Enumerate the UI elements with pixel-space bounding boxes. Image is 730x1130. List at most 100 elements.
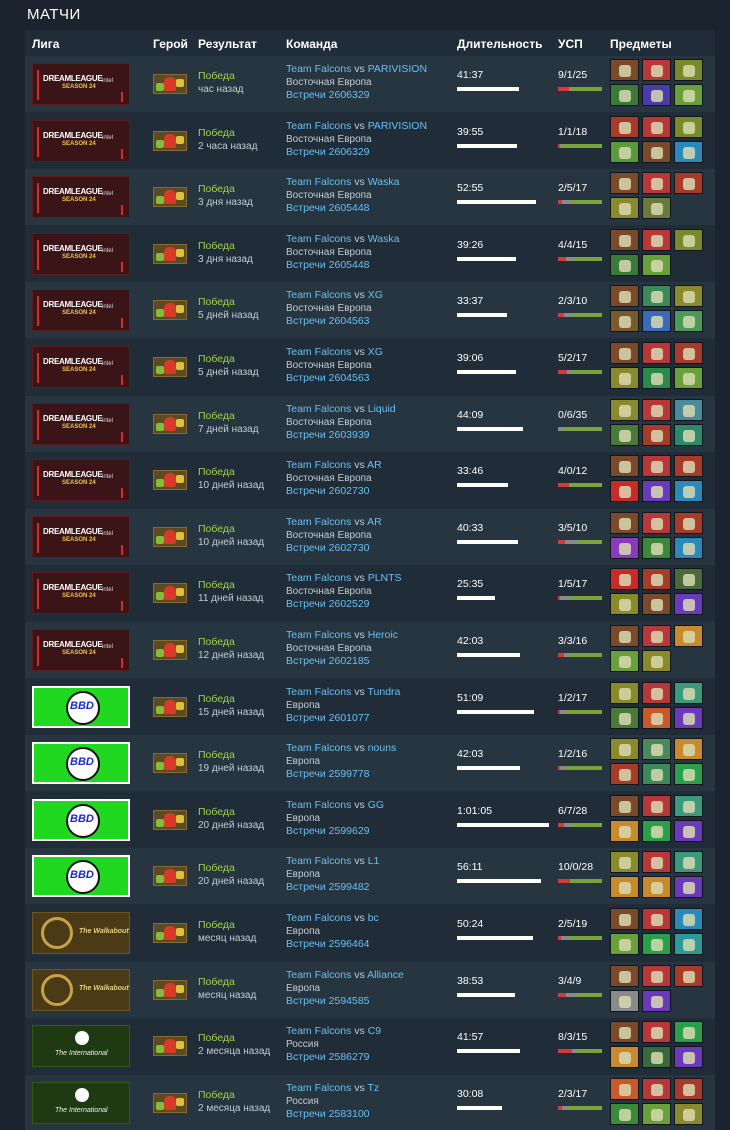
item-icon[interactable] — [642, 285, 671, 308]
table-row[interactable]: BBD Победа 20 дней назад Team Falcons vs GG… — [25, 792, 715, 848]
hero-icon[interactable] — [153, 696, 187, 717]
league-logo-dreamleague[interactable]: DREAMLEAGUE SEASON 24 intel — [32, 459, 130, 502]
item-icon[interactable] — [674, 763, 703, 786]
item-icon[interactable] — [674, 367, 703, 389]
league-logo-the-international[interactable]: The International — [32, 1081, 130, 1124]
match-link[interactable]: Встречи 2602529 — [286, 598, 402, 611]
item-icon[interactable] — [610, 650, 639, 672]
match-link[interactable]: Встречи 2599778 — [286, 768, 396, 781]
item-icon[interactable] — [610, 1021, 639, 1044]
item-icon[interactable] — [610, 738, 639, 761]
hero-icon[interactable] — [153, 1092, 187, 1113]
opponent-link[interactable]: PARIVISION — [368, 120, 427, 132]
item-icon[interactable] — [674, 536, 703, 559]
item-icon[interactable] — [610, 84, 639, 106]
header-team[interactable]: Команда — [286, 37, 337, 51]
league-logo-dreamleague[interactable]: DREAMLEAGUE SEASON 24 intel — [32, 232, 130, 275]
item-icon[interactable] — [610, 876, 639, 899]
item-icon[interactable] — [674, 59, 703, 81]
item-icon[interactable] — [610, 851, 639, 874]
table-row[interactable]: DREAMLEAGUE SEASON 24 intel Победа 5 дней на… — [25, 339, 715, 395]
item-icon[interactable] — [674, 84, 703, 106]
item-icon[interactable] — [674, 681, 703, 704]
item-icon[interactable] — [610, 964, 639, 987]
item-icon[interactable] — [642, 1046, 671, 1069]
item-icon[interactable] — [674, 1102, 703, 1125]
hero-icon[interactable] — [153, 74, 187, 94]
table-row[interactable]: DREAMLEAGUE SEASON 24 intel Победа 3 дня наз… — [25, 169, 715, 226]
team-link[interactable]: Team Falcons — [286, 1082, 351, 1094]
item-icon[interactable] — [610, 455, 639, 478]
opponent-link[interactable]: Waska — [368, 233, 400, 245]
item-icon[interactable] — [674, 1077, 703, 1100]
item-icon[interactable] — [642, 115, 671, 138]
table-row[interactable]: DREAMLEAGUE SEASON 24 intel Победа 5 дней на… — [25, 282, 715, 339]
league-logo-walkabout[interactable]: The Walkabout — [32, 968, 130, 1011]
item-icon[interactable] — [610, 310, 639, 333]
item-icon[interactable] — [642, 568, 671, 591]
item-icon[interactable] — [610, 1046, 639, 1069]
item-icon[interactable] — [674, 285, 703, 308]
item-icon[interactable] — [642, 650, 671, 672]
item-icon[interactable] — [642, 511, 671, 534]
match-link[interactable]: Встречи 2602185 — [286, 655, 398, 668]
league-logo-dreamleague[interactable]: DREAMLEAGUE SEASON 24 intel — [32, 572, 130, 615]
item-icon[interactable] — [610, 140, 639, 163]
match-link[interactable]: Встречи 2606329 — [286, 146, 427, 159]
team-link[interactable]: Team Falcons — [286, 912, 351, 924]
item-icon[interactable] — [674, 876, 703, 899]
header-kda[interactable]: УСП — [558, 37, 583, 51]
item-icon[interactable] — [642, 876, 671, 899]
item-icon[interactable] — [674, 1046, 703, 1069]
table-row[interactable]: DREAMLEAGUE SEASON 24 intel Победа 10 дней н… — [25, 452, 715, 508]
match-link[interactable]: Встречи 2602730 — [286, 542, 382, 555]
match-link[interactable]: Встречи 2586279 — [286, 1051, 381, 1064]
hero-icon[interactable] — [153, 753, 187, 774]
team-link[interactable]: Team Falcons — [286, 346, 351, 358]
item-icon[interactable] — [642, 1102, 671, 1125]
team-link[interactable]: Team Falcons — [286, 176, 351, 188]
match-link[interactable]: Встречи 2604563 — [286, 372, 383, 385]
team-link[interactable]: Team Falcons — [286, 459, 351, 471]
item-icon[interactable] — [674, 310, 703, 333]
item-icon[interactable] — [674, 908, 703, 930]
item-icon[interactable] — [642, 964, 671, 987]
hero-icon[interactable] — [153, 413, 187, 434]
hero-icon[interactable] — [153, 923, 187, 943]
item-icon[interactable] — [610, 342, 639, 364]
team-link[interactable]: Team Falcons — [286, 686, 351, 698]
item-icon[interactable] — [642, 989, 671, 1012]
item-icon[interactable] — [642, 819, 671, 842]
match-link[interactable]: Встречи 2596464 — [286, 938, 379, 951]
item-icon[interactable] — [610, 480, 639, 503]
team-link[interactable]: Team Falcons — [286, 1025, 351, 1037]
item-icon[interactable] — [674, 115, 703, 138]
opponent-link[interactable]: Tundra — [368, 686, 401, 698]
item-icon[interactable] — [610, 794, 639, 817]
match-link[interactable]: Встречи 2606329 — [286, 89, 427, 102]
header-hero[interactable]: Герой — [153, 37, 188, 51]
table-row[interactable]: BBD Победа 19 дней назад Team Falcons vs no… — [25, 735, 715, 792]
item-icon[interactable] — [642, 706, 671, 729]
match-link[interactable]: Встречи 2605448 — [286, 202, 399, 215]
table-row[interactable]: The Walkabout Победа месяц назад Team Falco… — [25, 961, 715, 1018]
hero-icon[interactable] — [153, 243, 187, 264]
item-icon[interactable] — [610, 1102, 639, 1125]
team-link[interactable]: Team Falcons — [286, 855, 351, 867]
item-icon[interactable] — [610, 511, 639, 534]
item-icon[interactable] — [610, 681, 639, 704]
table-row[interactable]: DREAMLEAGUE SEASON 24 intel Победа 10 дней н… — [25, 508, 715, 565]
item-icon[interactable] — [642, 681, 671, 704]
match-link[interactable]: Встречи 2594585 — [286, 995, 404, 1008]
item-icon[interactable] — [642, 536, 671, 559]
league-logo-walkabout[interactable]: The Walkabout — [32, 912, 130, 954]
hero-icon[interactable] — [153, 583, 187, 604]
league-logo-bbd[interactable]: BBD — [32, 855, 130, 898]
item-icon[interactable] — [610, 172, 639, 195]
item-icon[interactable] — [610, 593, 639, 616]
item-icon[interactable] — [610, 819, 639, 842]
team-link[interactable]: Team Falcons — [286, 629, 351, 641]
league-logo-bbd[interactable]: BBD — [32, 742, 130, 785]
opponent-link[interactable]: XG — [368, 346, 383, 358]
opponent-link[interactable]: bc — [368, 912, 379, 924]
